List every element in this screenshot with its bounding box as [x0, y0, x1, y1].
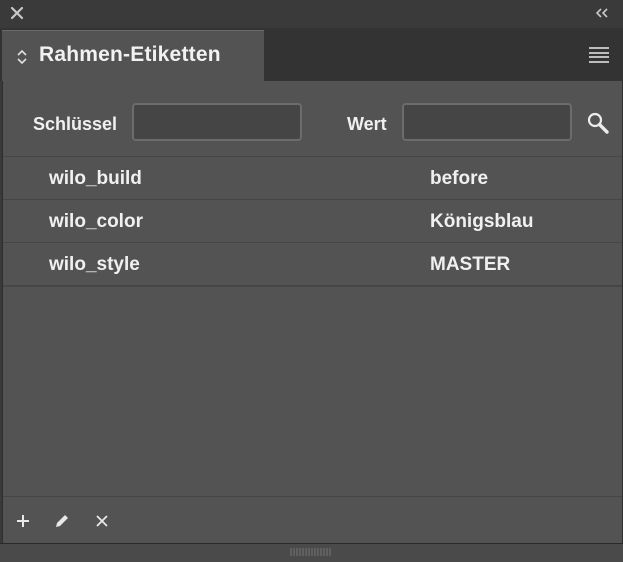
list-item[interactable]: wilo_color Königsblau — [3, 199, 622, 242]
row-key: wilo_style — [49, 254, 140, 275]
magnifier-icon[interactable] — [586, 111, 612, 137]
row-value: MASTER — [430, 254, 511, 275]
plus-icon[interactable] — [14, 512, 32, 530]
list-item[interactable]: wilo_style MASTER — [3, 242, 622, 287]
row-value: Königsblau — [430, 211, 534, 232]
value-input[interactable] — [402, 103, 572, 141]
x-icon[interactable] — [93, 512, 111, 530]
list-item[interactable]: wilo_build before — [3, 156, 622, 199]
row-key: wilo_color — [49, 211, 143, 232]
hamburger-menu-icon[interactable] — [589, 47, 609, 63]
pencil-icon[interactable] — [53, 512, 71, 530]
double-chevron-left-icon[interactable] — [593, 5, 611, 21]
panel-footer-toolbar — [3, 496, 622, 543]
label-list: wilo_build before wilo_color Königsblau … — [3, 156, 622, 287]
window-titlebar — [0, 0, 623, 29]
row-value: before — [430, 168, 489, 189]
panel-title: Rahmen-Etiketten — [39, 43, 221, 66]
grip-lines-icon — [290, 548, 331, 556]
key-label: Schlüssel — [33, 114, 118, 134]
up-down-arrows-icon[interactable] — [16, 48, 28, 66]
key-input[interactable] — [132, 103, 302, 141]
panel-body: Schlüssel Wert wilo_build before wilo_co… — [2, 81, 623, 543]
close-icon[interactable] — [9, 5, 25, 21]
resize-grip[interactable] — [0, 543, 623, 562]
panel-window: Rahmen-Etiketten Schlüssel Wert wilo_bui… — [0, 0, 623, 562]
tab-rahmen-etiketten[interactable]: Rahmen-Etiketten — [2, 30, 264, 83]
row-key: wilo_build — [49, 168, 142, 189]
value-label: Wert — [347, 114, 387, 134]
